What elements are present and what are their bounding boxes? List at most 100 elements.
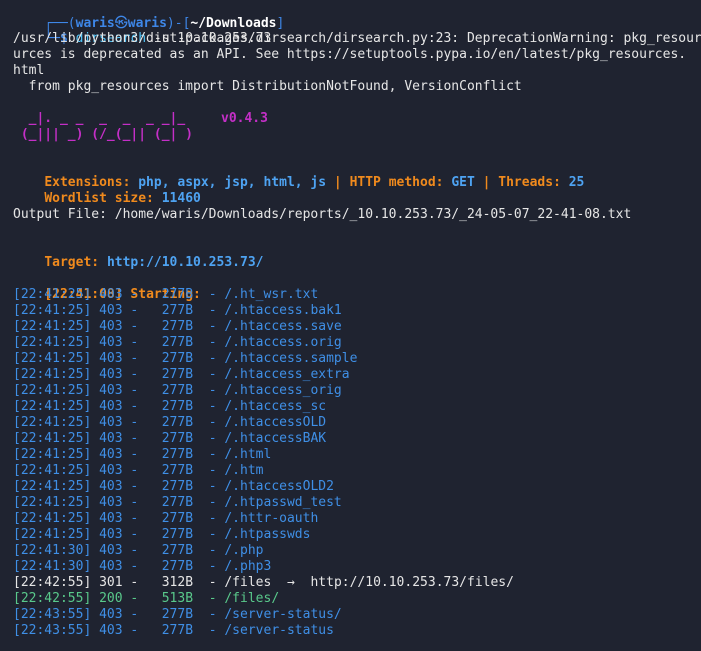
result-time: [22:41:25] xyxy=(13,447,92,462)
result-row: [22:41:25] 403 - 277B - /.htaccess_extra xyxy=(13,367,350,382)
result-path: /.htaccess_extra xyxy=(224,367,350,382)
result-size: 277B xyxy=(153,463,194,478)
result-status-code: 403 xyxy=(99,607,123,622)
result-size: 277B xyxy=(153,415,194,430)
wordlist-value: 11460 xyxy=(161,191,201,206)
result-row: [22:41:25] 403 - 277B - /.htaccessBAK xyxy=(13,431,327,446)
result-size: 277B xyxy=(153,303,194,318)
result-path: /.htaccessOLD xyxy=(224,415,327,430)
target-label: Target: xyxy=(44,255,100,270)
result-row: [22:42:55] 301 - 312B - /files → http://… xyxy=(13,575,514,590)
result-path: /.htpasswds xyxy=(224,527,311,542)
version-label: v0.4.3 xyxy=(221,111,268,126)
result-time: [22:41:25] xyxy=(13,463,92,478)
result-time: [22:43:55] xyxy=(13,623,92,638)
result-size: 277B xyxy=(153,607,194,622)
result-row: [22:42:55] 200 - 513B - /files/ xyxy=(13,591,280,606)
separator: | xyxy=(333,175,342,190)
result-path: /.htaccess.orig xyxy=(224,335,342,350)
result-time: [22:41:25] xyxy=(13,351,92,366)
result-status-code: 403 xyxy=(99,543,123,558)
result-status-code: 403 xyxy=(99,495,123,510)
target-line: Target: http://10.10.253.73/ xyxy=(13,239,263,270)
result-path: /.php xyxy=(224,543,264,558)
result-status-code: 403 xyxy=(99,511,123,526)
result-size: 277B xyxy=(153,479,194,494)
result-time: [22:41:25] xyxy=(13,287,92,302)
terminal-window[interactable]: ┌──(waris㉿waris)-[~/Downloads] └─$ dirse… xyxy=(0,0,701,651)
wordlist-line: Wordlist size: 11460 xyxy=(13,175,201,206)
result-status-code: 403 xyxy=(99,623,123,638)
result-size: 277B xyxy=(153,319,194,334)
result-row: [22:41:30] 403 - 277B - /.php xyxy=(13,543,264,558)
result-status-code: 301 xyxy=(99,575,123,590)
warning-line-2: urces is deprecated as an API. See https… xyxy=(13,47,687,62)
result-status-code: 403 xyxy=(99,335,123,350)
prompt-line: ┌──(waris㉿waris)-[~/Downloads] xyxy=(13,0,284,31)
command-line[interactable]: └─$ dirsearch -u 10.10.253.73 xyxy=(13,15,271,46)
result-row: [22:41:25] 403 - 277B - /.html xyxy=(13,447,272,462)
result-row: [22:41:25] 403 - 277B - /.htpasswd_test xyxy=(13,495,342,510)
result-time: [22:41:30] xyxy=(13,559,92,574)
result-size: 277B xyxy=(153,287,194,302)
warning-line-4: from pkg_resources import DistributionNo… xyxy=(13,79,522,94)
result-row: [22:41:25] 403 - 277B - /.htaccess_sc xyxy=(13,399,327,414)
result-status-code: 403 xyxy=(99,351,123,366)
result-size: 277B xyxy=(153,495,194,510)
starting-line: [22:41:08] Starting: xyxy=(13,271,201,302)
result-time: [22:41:25] xyxy=(13,479,92,494)
result-time: [22:42:55] xyxy=(13,575,92,590)
result-row: [22:41:25] 403 - 277B - /.htaccessOLD2 xyxy=(13,479,334,494)
target-url: http://10.10.253.73/ xyxy=(106,255,264,270)
result-time: [22:41:25] xyxy=(13,335,92,350)
result-status-code: 403 xyxy=(99,479,123,494)
result-time: [22:41:25] xyxy=(13,383,92,398)
result-path: /files xyxy=(224,575,272,590)
dirsearch-logo-line-2: (_||| _) (/_(_|| (_| ) xyxy=(13,127,194,142)
wordlist-label: Wordlist size: xyxy=(44,191,154,206)
prompt-close: ] xyxy=(276,16,285,31)
result-size: 277B xyxy=(153,623,194,638)
result-status-code: 403 xyxy=(99,287,123,302)
result-time: [22:41:25] xyxy=(13,511,92,526)
result-path: /server-status xyxy=(224,623,334,638)
result-time: [22:41:25] xyxy=(13,303,92,318)
result-path: /.htaccess_orig xyxy=(224,383,342,398)
result-size: 277B xyxy=(153,367,194,382)
result-row: [22:41:25] 403 - 277B - /.htaccess_orig xyxy=(13,383,342,398)
result-status-code: 403 xyxy=(99,415,123,430)
result-time: [22:41:25] xyxy=(13,431,92,446)
result-row: [22:41:25] 403 - 277B - /.htaccess.bak1 xyxy=(13,303,342,318)
result-size: 277B xyxy=(153,511,194,526)
result-path: /.htaccess.save xyxy=(224,319,342,334)
result-status-code: 403 xyxy=(99,303,123,318)
result-status-code: 403 xyxy=(99,463,123,478)
http-method-label: HTTP method: xyxy=(349,175,444,190)
result-time: [22:41:25] xyxy=(13,319,92,334)
result-path: /.htpasswd_test xyxy=(224,495,342,510)
result-size: 277B xyxy=(153,559,194,574)
result-size: 513B xyxy=(153,591,194,606)
result-row: [22:41:25] 403 - 277B - /.htaccess.save xyxy=(13,319,342,334)
result-path: /server-status/ xyxy=(224,607,342,622)
redirect-arrow-icon: → xyxy=(286,575,295,590)
result-time: [22:41:30] xyxy=(13,543,92,558)
result-time: [22:41:25] xyxy=(13,495,92,510)
result-status-code: 403 xyxy=(99,319,123,334)
result-status-code: 403 xyxy=(99,527,123,542)
result-path: /.htm xyxy=(224,463,264,478)
result-time: [22:41:25] xyxy=(13,399,92,414)
threads-value: 25 xyxy=(568,175,585,190)
result-row: [22:41:25] 403 - 277B - /.htm xyxy=(13,463,264,478)
result-size: 277B xyxy=(153,447,194,462)
warning-line-1: /usr/lib/python3/dist-packages/dirsearch… xyxy=(13,31,701,46)
result-time: [22:42:55] xyxy=(13,591,92,606)
output-file-line: Output File: /home/waris/Downloads/repor… xyxy=(13,207,632,222)
result-time: [22:41:25] xyxy=(13,527,92,542)
warning-line-3: html xyxy=(13,63,45,78)
result-status-code: 403 xyxy=(99,431,123,446)
result-row: [22:41:30] 403 - 277B - /.php3 xyxy=(13,559,272,574)
config-line: Extensions: php, aspx, jsp, html, js | H… xyxy=(13,159,584,190)
result-row: [22:41:25] 403 - 277B - /.htaccessOLD xyxy=(13,415,327,430)
result-status-code: 200 xyxy=(99,591,123,606)
